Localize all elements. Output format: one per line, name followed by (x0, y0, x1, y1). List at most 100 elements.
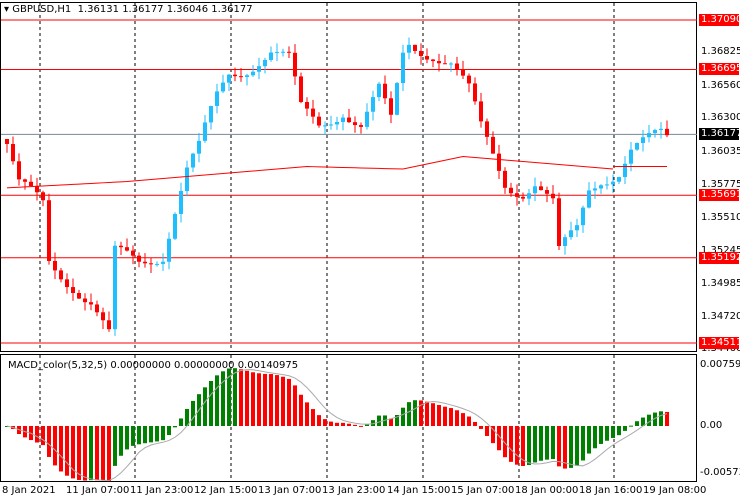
candle-body (377, 83, 381, 98)
macd-bar (335, 422, 339, 426)
candle-body (83, 298, 87, 303)
macd-bar (305, 402, 309, 426)
candle-body (191, 153, 195, 168)
candle-body (173, 213, 177, 239)
macd-bar (449, 408, 453, 426)
macd-bar (293, 385, 297, 426)
level-label: 1.37090 (699, 14, 740, 26)
macd-bar (599, 426, 603, 444)
candle-body (47, 200, 51, 261)
candle-body (545, 190, 549, 194)
macd-axis-max: 0.0075926 (700, 359, 740, 370)
candle-body (131, 250, 135, 256)
macd-bar (281, 376, 285, 426)
low-value: 1.36046 (166, 4, 209, 15)
candle-body (635, 142, 639, 150)
candle-body (659, 128, 663, 130)
candle-body (149, 263, 153, 265)
candle-body (257, 66, 261, 72)
candle-body (521, 196, 525, 199)
time-tick: 12 Jan 15:00 (194, 485, 258, 496)
candle-body (299, 76, 303, 103)
macd-bar (425, 401, 429, 426)
macd-bar (311, 409, 315, 426)
macd-bar (575, 426, 579, 466)
candle-body (389, 98, 393, 115)
price-tick: 1.36300 (701, 112, 740, 123)
candle-body (431, 59, 435, 62)
macd-bar (569, 426, 573, 468)
candle-body (527, 193, 531, 199)
candle-body (101, 312, 105, 321)
macd-bar (245, 370, 249, 426)
candle-body (209, 105, 213, 123)
candle-body (575, 225, 579, 231)
candle-body (23, 179, 27, 182)
candle-body (443, 63, 447, 65)
candle-body (551, 193, 555, 199)
macd-axis-min: -0.005733 (700, 467, 740, 478)
candle-body (197, 140, 201, 154)
macd-bar (557, 426, 561, 467)
level-label: 1.35691 (699, 189, 740, 201)
macd-bar (101, 426, 105, 481)
time-tick: 18 Jan 00:00 (515, 485, 579, 496)
macd-bar (191, 400, 195, 426)
candle-body (41, 192, 45, 201)
candle-body (323, 125, 327, 127)
main-panel-border (0, 2, 697, 352)
candle-body (119, 245, 123, 248)
macd-bar (233, 368, 237, 426)
macd-bar (83, 426, 87, 481)
macd-bar (533, 426, 537, 463)
macd-bar (377, 415, 381, 426)
macd-title: MACD_color(5,32,5) 0.00000000 0.00000000… (8, 360, 298, 371)
macd-bar (167, 426, 171, 436)
candle-body (425, 56, 429, 60)
macd-bar (329, 421, 333, 426)
macd-bar (407, 402, 411, 426)
chart-canvas[interactable] (0, 0, 740, 500)
candle-body (107, 320, 111, 330)
macd-bar (179, 418, 183, 426)
macd-bar (269, 374, 273, 426)
candle-body (641, 137, 645, 143)
macd-bar (287, 378, 291, 426)
macd-bar (611, 426, 615, 438)
macd-bar (35, 426, 39, 443)
candle-body (263, 59, 267, 67)
candle-body (419, 50, 423, 57)
candle-body (65, 279, 69, 288)
macd-bar (479, 426, 483, 429)
macd-bar (389, 418, 393, 426)
candle-body (623, 163, 627, 178)
macd-bar (629, 425, 633, 427)
candle-body (161, 261, 165, 264)
moving-average-line (6, 156, 614, 189)
macd-bar (581, 426, 585, 461)
macd-bar (593, 426, 597, 449)
candle-body (587, 190, 591, 208)
macd-axis-zero: 0.00 (700, 420, 723, 431)
candle-body (317, 116, 321, 126)
candle-body (203, 122, 207, 141)
time-tick: 18 Jan 16:00 (579, 485, 643, 496)
candle-body (17, 161, 21, 180)
time-tick: 11 Jan 07:00 (66, 485, 130, 496)
price-tick: 1.36035 (701, 146, 740, 157)
candle-body (629, 149, 633, 164)
macd-bar (539, 426, 543, 461)
current-price-label: 1.36177 (699, 128, 740, 140)
candle-body (407, 44, 411, 53)
candle-body (401, 52, 405, 84)
candle-body (335, 121, 339, 125)
macd-bar (431, 403, 435, 426)
macd-bar (647, 414, 651, 426)
candle-body (347, 117, 351, 123)
candle-body (287, 51, 291, 53)
candle-body (365, 111, 369, 127)
macd-bar (209, 380, 213, 426)
macd-bar (59, 426, 63, 472)
macd-bar (515, 426, 519, 465)
time-tick: 19 Jan 08:00 (643, 485, 707, 496)
